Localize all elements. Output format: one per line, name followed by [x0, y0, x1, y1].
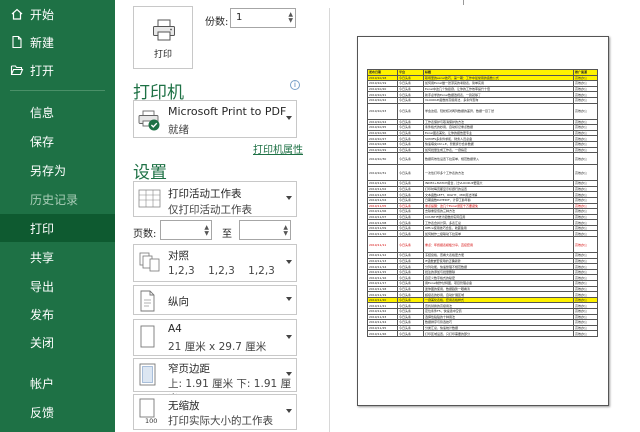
pages-label: 页数:	[133, 229, 157, 240]
printer-properties-link[interactable]: 打印机属性	[253, 141, 303, 156]
settings-section-title: 设置	[133, 163, 167, 183]
chevron-down-icon	[286, 372, 292, 376]
copies-input[interactable]: 1 ▲ ▼	[230, 8, 296, 28]
nav-share[interactable]: 共享	[0, 243, 115, 271]
nav-account[interactable]: 帐户	[0, 369, 115, 397]
table-cell: 2019/10/30	[367, 152, 398, 166]
margins-select[interactable]: 窄页边距 上: 1.91 厘米 下: 1.91 厘米	[133, 358, 297, 405]
table-cell: 今日头条	[397, 164, 424, 182]
table-cell: 2019/11/26	[367, 330, 398, 337]
table-cell: 高效办公	[573, 330, 598, 337]
table-cell: 今日头条	[397, 102, 424, 120]
table-cell: 今日头条	[397, 236, 424, 254]
pages-to-input[interactable]: ▲ ▼	[239, 220, 291, 240]
chevron-down-icon	[286, 260, 292, 264]
table-cell: 今日头条	[397, 152, 424, 166]
table-cell: 打印区域设置，只打印需要的部分	[423, 330, 574, 337]
nav-save-as[interactable]: 另存为	[0, 156, 115, 184]
paper-size-icon	[138, 325, 158, 353]
chevron-down-icon	[286, 196, 292, 200]
nav-print[interactable]: 打印	[0, 214, 115, 242]
print-what-select[interactable]: 打印活动工作表 仅打印活动工作表	[133, 181, 297, 217]
printer-ready-icon	[138, 110, 162, 136]
home-icon	[10, 7, 24, 21]
print-preview-page: 发布日期 平台 标题 推广渠道 2019/10/18 今日头条 职场里的excel技巧，第一…	[357, 36, 609, 406]
table-row: 2019/11/26 今日头条 打印区域设置，只打印需要的部分 高效办公	[367, 330, 598, 337]
nav-publish[interactable]: 发布	[0, 300, 115, 328]
table-row: 2019/10/23 今日头条 学会这招，轻松核对两列数据的差异，数据一目了然 高效办…	[367, 102, 598, 120]
nav-history[interactable]: 历史记录	[0, 185, 115, 213]
table-cell: 一次性打印多个工作表的方法	[423, 164, 574, 182]
pages-from-input[interactable]: ▲ ▼	[160, 220, 212, 240]
printer-name: Microsoft Print to PDF	[168, 105, 287, 118]
orientation-select[interactable]: 纵向	[133, 285, 297, 315]
scaling-badge: 100	[145, 417, 158, 425]
preview-sheet: 发布日期 平台 标题 推广渠道 2019/10/18 今日头条 职场里的excel技巧，第一…	[367, 69, 598, 337]
backstage-nav: 开始 新建 打开 信息 保存 另存为 历史记录 打印 共享 导出 发布 关闭 帐…	[0, 0, 115, 432]
table-cell: 2019/10/23	[367, 102, 398, 120]
chevron-down-icon	[286, 116, 292, 120]
chevron-down-icon	[286, 334, 292, 339]
chevron-down-icon	[286, 297, 292, 301]
nav-feedback[interactable]: 反馈	[0, 398, 115, 426]
pages-to-spinner[interactable]: ▲ ▼	[283, 225, 288, 237]
printer-select[interactable]: Microsoft Print to PDF 就绪	[133, 100, 297, 138]
nav-save[interactable]: 保存	[0, 127, 115, 155]
nav-new[interactable]: 新建	[0, 28, 115, 56]
table-cell: 高效办公	[573, 236, 598, 254]
table-row: 2019/10/30 今日头条 数据有效性设置下拉菜单，规范数据录入 高效办公	[367, 152, 598, 166]
paper-size-select[interactable]: A4 21 厘米 x 29.7 厘米	[133, 319, 297, 356]
table-cell: 高效办公	[573, 164, 598, 182]
nav-divider	[10, 90, 105, 91]
nav-close[interactable]: 关闭	[0, 328, 115, 356]
folder-open-icon	[10, 63, 24, 77]
collate-icon	[138, 251, 162, 279]
new-file-icon	[10, 35, 24, 49]
printer-icon	[152, 19, 176, 44]
table-row: 2019/11/11 今日头条 重点：年终报表模板分享，直接套用 高效办公	[367, 236, 598, 254]
scroll-marker	[463, 0, 464, 5]
scaling-select[interactable]: 100 无缩放 打印实际大小的工作表	[133, 394, 297, 430]
table-cell: 学会这招，轻松核对两列数据的差异，数据一目了然	[423, 102, 574, 120]
preview-divider	[329, 8, 330, 432]
collate-select[interactable]: 对照 1,2,3 1,2,3 1,2,3	[133, 244, 297, 282]
pages-to-label: 至	[222, 229, 232, 240]
table-cell: 数据有效性设置下拉菜单，规范数据录入	[423, 152, 574, 166]
portrait-icon	[138, 290, 158, 316]
margins-icon	[138, 363, 158, 391]
nav-export[interactable]: 导出	[0, 272, 115, 300]
info-icon[interactable]: i	[290, 80, 300, 90]
table-cell: 2019/10/31	[367, 164, 398, 182]
print-button[interactable]: 打印	[133, 6, 193, 69]
nav-home[interactable]: 开始	[0, 0, 115, 28]
pages-from-spinner[interactable]: ▲ ▼	[204, 225, 209, 237]
no-scaling-icon	[138, 398, 162, 430]
copies-label: 份数:	[205, 17, 229, 28]
printer-status: 就绪	[168, 124, 189, 136]
copies-spinner[interactable]: ▲ ▼	[288, 12, 293, 24]
table-cell: 高效办公	[573, 152, 598, 166]
table-cell: 重点：年终报表模板分享，直接套用	[423, 236, 574, 254]
preview-table: 发布日期 平台 标题 推广渠道 2019/10/18 今日头条 职场里的excel技巧，第一…	[367, 69, 598, 337]
table-row: 2019/10/31 今日头条 一次性打印多个工作表的方法 高效办公	[367, 164, 598, 182]
table-cell: 高效办公	[573, 102, 598, 120]
sheet-icon	[138, 188, 162, 214]
nav-info[interactable]: 信息	[0, 98, 115, 126]
chevron-down-icon	[286, 409, 292, 413]
table-cell: 今日头条	[397, 330, 424, 337]
nav-open[interactable]: 打开	[0, 56, 115, 84]
table-cell: 2019/11/11	[367, 236, 398, 254]
